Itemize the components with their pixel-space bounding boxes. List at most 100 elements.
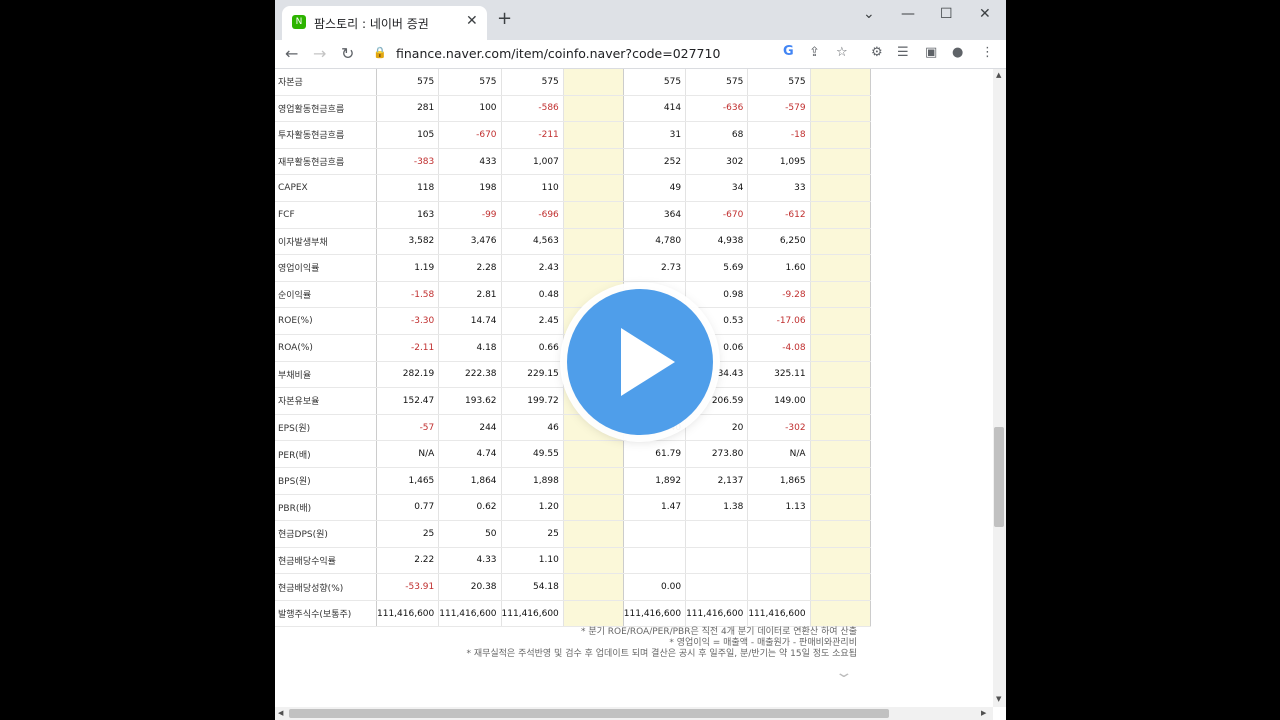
table-cell: 54.18 [501,573,564,601]
table-row: EPS(원) -57 244 46 40 20 -302 [275,414,871,442]
scroll-left-icon[interactable]: ◀ [278,709,283,717]
table-cell: -670 [438,121,502,149]
extensions-puzzle-icon[interactable]: ⚙ [871,45,883,60]
table-cell: 111,416,600 [623,600,687,628]
table-cell: -17.06 [747,307,811,335]
back-arrow-icon[interactable]: ← [285,44,298,63]
table-cell: 575 [376,69,440,96]
row-label: CAPEX [275,174,377,202]
estimate-cell [563,201,624,229]
table-cell: 1.60 [747,254,811,282]
table-row: PER(배) N/A 4.74 49.55 61.79 273.80 N/A [275,440,871,468]
chevron-down-icon[interactable]: ⌄ [834,665,853,681]
table-cell: 1,864 [438,467,502,495]
vertical-scrollbar[interactable]: ▲ ▼ [993,69,1006,707]
forward-arrow-icon[interactable]: → [313,44,326,63]
table-cell: 14.74 [438,307,502,335]
reload-icon[interactable]: ↻ [341,44,354,63]
horizontal-scrollbar[interactable]: ◀ ▶ [275,707,993,720]
table-cell: 33 [747,174,811,202]
estimate-cell [810,281,871,309]
table-cell: 4,938 [685,228,749,256]
horizontal-scroll-thumb[interactable] [289,709,889,718]
vertical-scroll-thumb[interactable] [994,427,1004,527]
row-label: 현금배당수익률 [275,547,377,575]
table-row: 자본금 575 575 575 575 575 575 [275,69,871,96]
table-cell: 0.98 [685,281,749,309]
table-cell: -302 [747,414,811,442]
estimate-cell [810,573,871,601]
table-cell: -57 [376,414,440,442]
table-cell [623,547,687,575]
estimate-cell [810,69,871,96]
table-row: FCF 163 -99 -696 364 -670 -612 [275,201,871,229]
table-cell: 1.38 [685,494,749,522]
table-cell [685,520,749,548]
estimate-cell [563,520,624,548]
table-row: CAPEX 118 198 110 49 34 33 [275,174,871,202]
close-window-icon[interactable]: ✕ [979,6,991,22]
tab-search-chevron-icon[interactable]: ⌄ [863,6,875,22]
side-panel-icon[interactable]: ▣ [925,45,937,60]
video-play-button[interactable] [567,289,713,435]
table-cell: 20 [685,414,749,442]
estimate-cell [810,414,871,442]
table-cell: 1.20 [501,494,564,522]
table-cell: 100 [438,95,502,123]
table-cell: 2,137 [685,467,749,495]
table-row: 이자발생부채 3,582 3,476 4,563 4,780 4,938 6,250 [275,228,871,256]
table-row: 영업이익률 1.19 2.28 2.43 2.73 5.69 1.60 [275,254,871,282]
table-cell: 282.19 [376,361,440,389]
profile-avatar-icon[interactable]: ● [952,45,963,60]
scroll-down-icon[interactable]: ▼ [996,695,1001,703]
row-label: ROE(%) [275,307,377,335]
google-icon[interactable]: G [783,44,794,59]
estimate-cell [563,254,624,282]
table-cell: -612 [747,201,811,229]
estimate-cell [563,547,624,575]
estimate-cell [810,307,871,335]
tab-title: 팜스토리 : 네이버 증권 [314,17,429,31]
table-cell: 1.10 [501,547,564,575]
table-cell: 1.19 [376,254,440,282]
row-label: PBR(배) [275,494,377,522]
table-cell: -53.91 [376,573,440,601]
table-row: 현금배당수익률 2.22 4.33 1.10 [275,547,871,575]
estimate-cell [810,174,871,202]
table-cell: 2.28 [438,254,502,282]
table-cell: 2.81 [438,281,502,309]
scroll-up-icon[interactable]: ▲ [996,71,1001,79]
table-cell: 31 [623,121,687,149]
row-label: 재무활동현금흐름 [275,148,377,176]
table-cell: 25 [501,520,564,548]
address-bar-url[interactable]: finance.naver.com/item/coinfo.naver?code… [396,46,720,61]
lock-icon[interactable]: 🔒 [373,46,387,59]
share-icon[interactable]: ⇪ [809,45,820,60]
table-cell: 0.00 [623,573,687,601]
table-cell: 4.33 [438,547,502,575]
table-cell: 163 [376,201,440,229]
row-label: ROA(%) [275,334,377,362]
minimize-icon[interactable]: — [901,6,915,22]
footnote: * 분기 ROE/ROA/PER/PBR은 직전 4개 분기 데이터로 연환산 … [581,627,857,637]
close-tab-icon[interactable]: ✕ [466,13,478,29]
table-row: 발행주식수(보통주) 111,416,600 111,416,600 111,416,… [275,600,871,628]
estimate-cell [563,69,624,96]
browser-tab[interactable]: N 팜스토리 : 네이버 증권 ✕ [282,6,487,40]
new-tab-icon[interactable]: + [497,10,512,28]
table-cell: -579 [747,95,811,123]
table-cell: 152.47 [376,387,440,415]
footnotes: * 분기 ROE/ROA/PER/PBR은 직전 4개 분기 데이터로 연환산 … [405,627,857,660]
bookmark-star-icon[interactable]: ☆ [836,45,848,60]
table-cell [685,547,749,575]
table-cell: 105 [376,121,440,149]
maximize-icon[interactable]: ☐ [940,6,953,22]
scroll-right-icon[interactable]: ▶ [981,709,986,717]
table-cell [623,520,687,548]
table-cell: 364 [623,201,687,229]
table-cell: 575 [747,69,811,96]
menu-dots-icon[interactable]: ⋮ [981,45,994,60]
estimate-cell [563,121,624,149]
media-queue-icon[interactable]: ☰ [897,45,909,60]
table-cell: 229.15 [501,361,564,389]
